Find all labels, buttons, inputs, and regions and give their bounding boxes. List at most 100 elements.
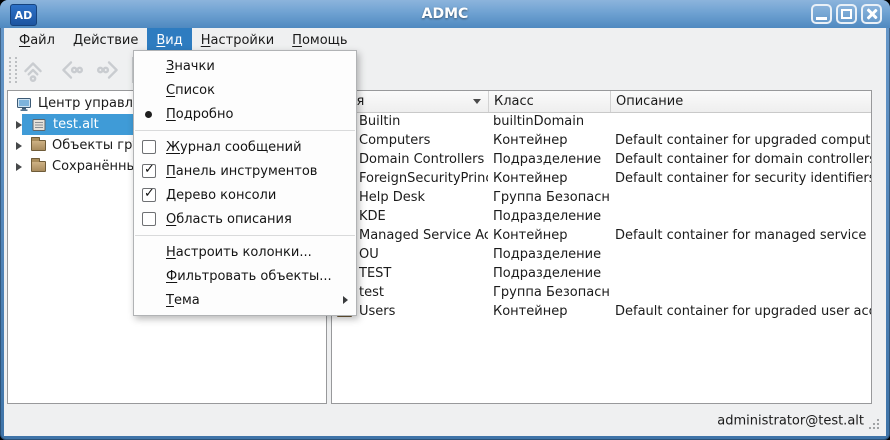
- cell-class: Группа Безопасн...: [493, 285, 610, 300]
- cell-class: Контейнер: [493, 304, 568, 319]
- menu-settings-label-rest: астройки: [210, 32, 275, 48]
- table-row-test-lower[interactable]: test Группа Безопасн...: [332, 283, 871, 302]
- cell-class: Подразделение: [493, 247, 602, 262]
- menu-item-console-tree-toggle[interactable]: Дерево консоли: [134, 183, 356, 207]
- checkbox-gutter: [141, 162, 166, 178]
- cell-class: Контейнер: [493, 133, 568, 148]
- menu-action-label-rest: ействие: [83, 32, 139, 48]
- window-content: Файл Действие Вид Настройки Помощь Центр…: [4, 28, 886, 436]
- menu-item-label-rest: начки: [174, 58, 215, 74]
- checkbox-unchecked-icon: [142, 212, 156, 226]
- sidebar-item-label: test.alt: [53, 117, 99, 132]
- go-back-button[interactable]: [54, 55, 88, 85]
- admc-window: AD ADMC Файл Действие Вид Настройки Помо…: [0, 0, 890, 440]
- column-header-class-label: Класс: [494, 94, 534, 109]
- menu-item-customize-columns[interactable]: Настроить колонки...: [134, 240, 356, 264]
- cell-name: OU: [359, 247, 379, 262]
- table-body: Builtin builtinDomain Computers Контейне…: [332, 112, 871, 403]
- menu-item-toolbar-toggle[interactable]: Панель инструментов: [134, 159, 356, 183]
- radio-gutter: [141, 110, 166, 118]
- menu-item-message-log[interactable]: Журнал сообщений: [134, 135, 356, 159]
- folder-icon: [31, 137, 46, 151]
- minimize-icon: [816, 17, 827, 20]
- view-menu-popup: Значки Список Подробно Журнал сообщений …: [133, 50, 357, 316]
- domain-icon: [31, 117, 47, 133]
- statusbar: administrator@test.alt: [4, 406, 886, 436]
- sidebar-item-label: Сохранённые: [52, 159, 145, 174]
- menu-action-label: Д: [72, 32, 84, 48]
- menu-item-label: Т: [166, 292, 174, 308]
- menu-view[interactable]: Вид: [147, 28, 192, 52]
- column-header-description-label: Описание: [616, 94, 684, 109]
- go-forward-button[interactable]: [92, 55, 126, 85]
- table-row-kde[interactable]: KDE Подразделение: [332, 207, 871, 226]
- checkbox-checked-icon: [142, 162, 156, 178]
- menu-item-label: Ф: [166, 268, 178, 284]
- table-row-domain-controllers[interactable]: Domain Controllers Подразделение Default…: [332, 150, 871, 169]
- menu-item-icons-view[interactable]: Значки: [134, 54, 356, 78]
- menu-item-filter-objects[interactable]: Фильтровать объекты...: [134, 264, 356, 288]
- menu-item-label-rest: одробно: [175, 106, 234, 122]
- minimize-button[interactable]: [811, 4, 832, 24]
- computer-icon: [16, 96, 32, 112]
- table-row-users[interactable]: Users Контейнер Default container for up…: [332, 302, 871, 321]
- column-header-description[interactable]: Описание: [610, 91, 871, 112]
- go-back-icon: [62, 61, 84, 79]
- table-header: Имя Класс Описание: [332, 91, 871, 113]
- cell-name: KDE: [359, 209, 386, 224]
- cell-class: builtinDomain: [493, 114, 585, 129]
- menu-item-label: Ж: [166, 139, 181, 155]
- menu-item-theme[interactable]: Тема: [134, 288, 356, 312]
- cell-name: Users: [359, 304, 396, 319]
- menu-item-label-rest: писок: [175, 82, 215, 98]
- maximize-button[interactable]: [836, 4, 857, 24]
- menu-separator: [135, 130, 355, 131]
- table-row-foreign-security-principals[interactable]: ForeignSecurityPrinci... Контейнер Defau…: [332, 169, 871, 188]
- menubar: Файл Действие Вид Настройки Помощь: [4, 28, 886, 52]
- menu-file[interactable]: Файл: [10, 28, 64, 52]
- radio-selected-icon: [145, 110, 152, 118]
- close-button[interactable]: [861, 4, 882, 24]
- maximize-icon: [841, 9, 852, 19]
- go-up-icon: [24, 62, 42, 83]
- menu-file-label-rest: айл: [30, 32, 55, 48]
- menu-help[interactable]: Помощь: [283, 28, 356, 52]
- menu-item-label: О: [166, 211, 177, 227]
- menu-action[interactable]: Действие: [64, 28, 147, 52]
- cell-class: Подразделение: [493, 209, 602, 224]
- table-row-managed-service-accounts[interactable]: Managed Service Acc... Контейнер Default…: [332, 226, 871, 245]
- table-row-help-desk[interactable]: Help Desk Группа Безопасн...: [332, 188, 871, 207]
- table-row-computers[interactable]: Computers Контейнер Default container fo…: [332, 131, 871, 150]
- submenu-arrow-icon: [343, 296, 348, 304]
- menu-item-label: С: [166, 82, 176, 98]
- cell-description: Default container for domain controllers: [615, 152, 871, 167]
- status-logged-in-user: administrator@test.alt: [717, 413, 864, 429]
- menu-item-list-view[interactable]: Список: [134, 78, 356, 102]
- menu-item-label: Д: [166, 187, 177, 203]
- menu-item-description-bar-toggle[interactable]: Область описания: [134, 207, 356, 231]
- window-controls: [811, 4, 882, 24]
- sort-indicator-icon: [473, 99, 481, 104]
- table-row-builtin[interactable]: Builtin builtinDomain: [332, 112, 871, 131]
- checkbox-gutter: [141, 212, 166, 226]
- go-up-button[interactable]: [16, 55, 50, 85]
- menu-help-label-rest: омощь: [301, 32, 348, 48]
- menu-settings[interactable]: Настройки: [192, 28, 283, 52]
- menu-item-detail-view[interactable]: Подробно: [134, 102, 356, 126]
- menu-item-label-rest: бласть описания: [176, 211, 292, 227]
- table-row-ou[interactable]: OU Подразделение: [332, 245, 871, 264]
- menu-separator: [135, 235, 355, 236]
- menu-help-label: П: [292, 32, 302, 48]
- table-row-test-upper[interactable]: TEST Подразделение: [332, 264, 871, 283]
- go-forward-icon: [96, 61, 118, 79]
- column-header-class[interactable]: Класс: [488, 91, 610, 112]
- resize-grip[interactable]: [869, 419, 881, 431]
- menu-item-label-rest: урнал сообщений: [180, 139, 302, 155]
- menu-item-label-rest: анель инструментов: [175, 163, 318, 179]
- cell-name: TEST: [359, 266, 392, 281]
- menu-item-label-rest: астроить колонки...: [175, 244, 312, 260]
- checkbox-gutter: [141, 186, 166, 202]
- cell-name: Help Desk: [359, 190, 426, 205]
- titlebar[interactable]: AD ADMC: [0, 0, 890, 28]
- window-title: ADMC: [421, 6, 469, 22]
